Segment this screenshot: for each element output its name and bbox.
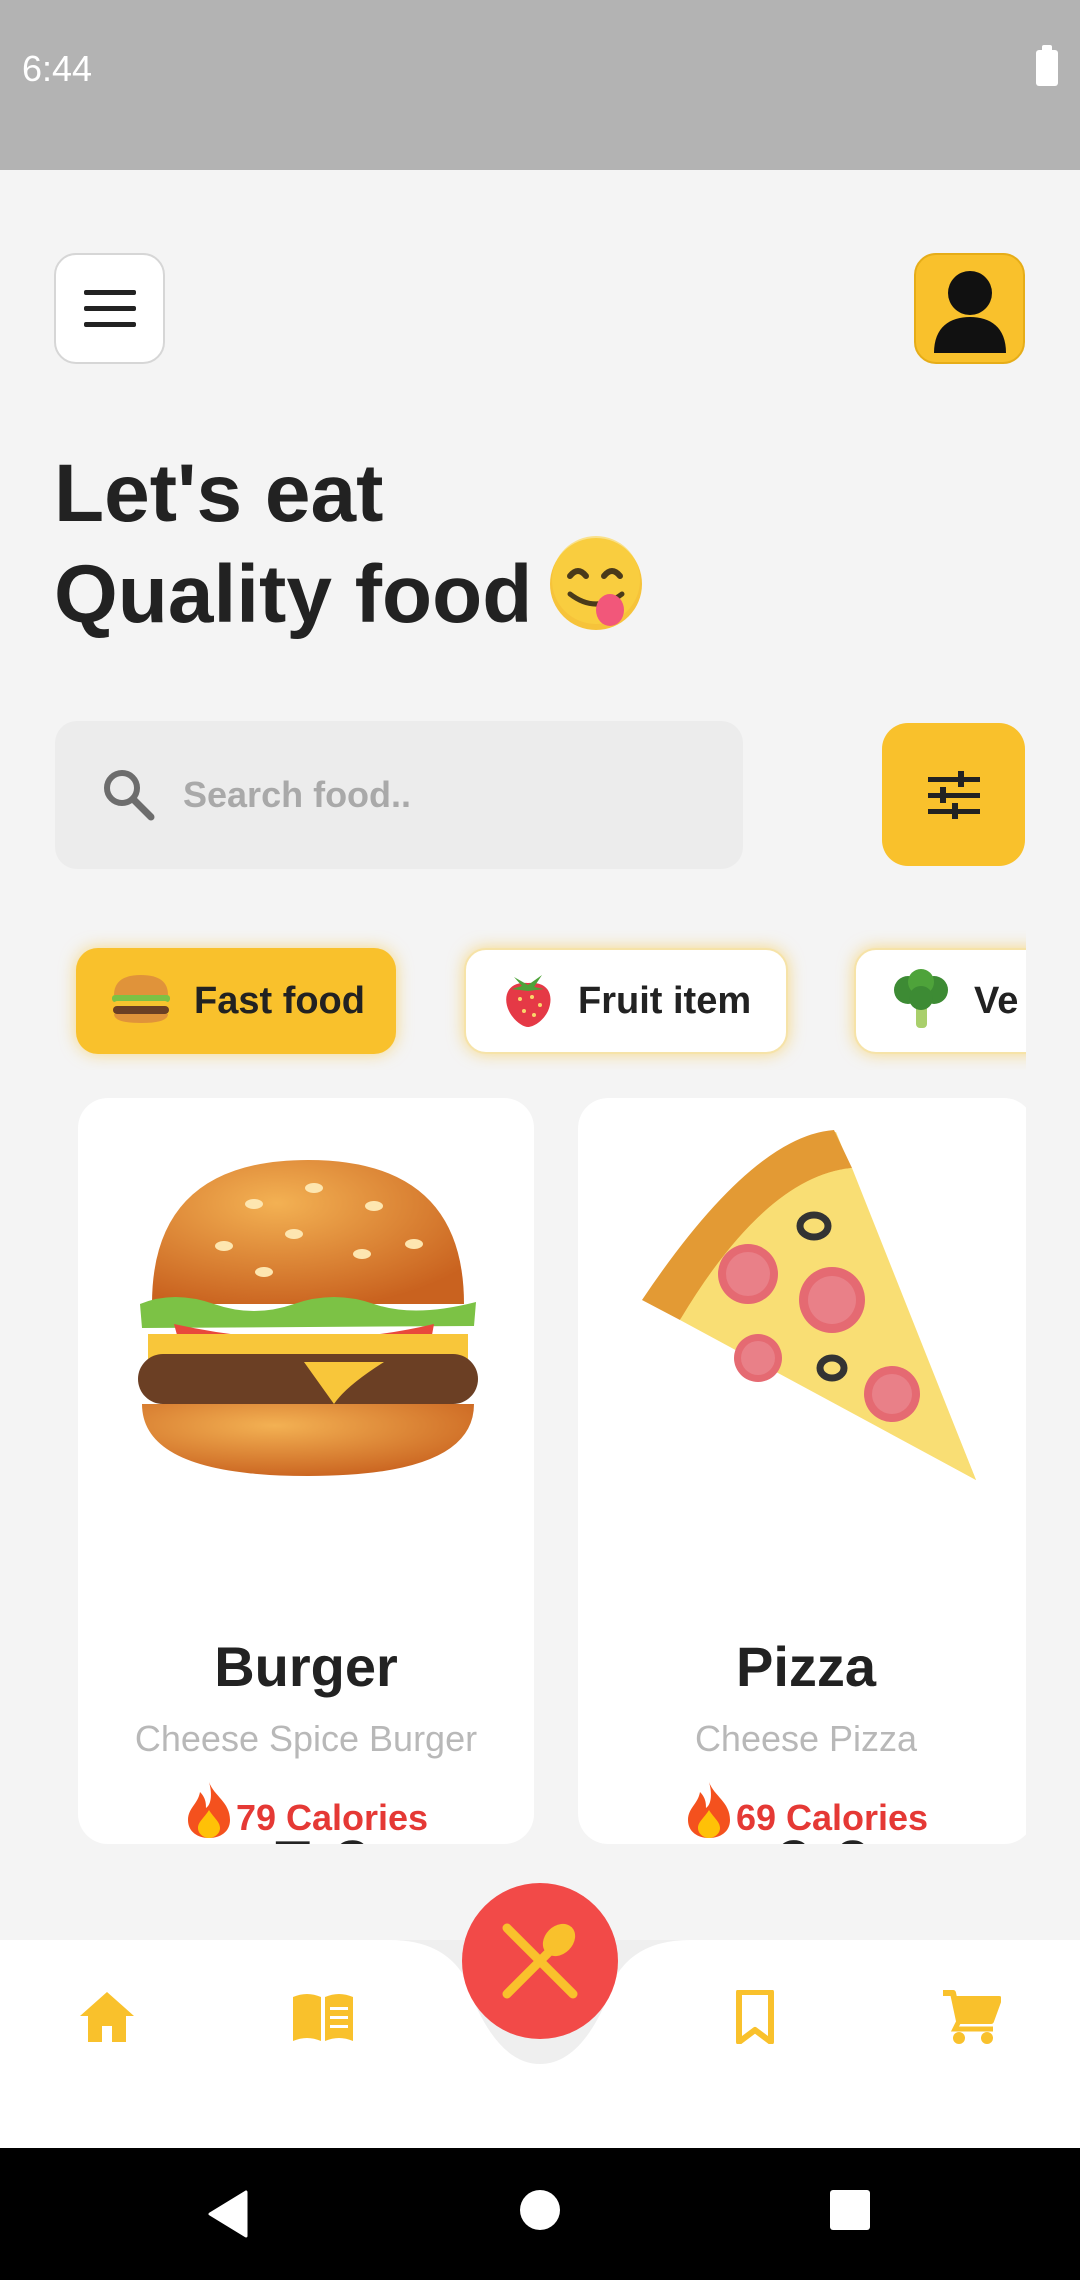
currency-symbol: $ — [239, 1841, 265, 1844]
price-value: 7.9 — [273, 1827, 373, 1844]
food-card-pizza-viewport: Pizza Cheese Pizza 69 Calories $6.0 — [578, 1098, 1026, 1844]
back-triangle-icon — [208, 2190, 248, 2238]
broccoli-emoji-icon — [890, 968, 952, 1035]
nav-cart[interactable] — [936, 1982, 1006, 2052]
category-chip-vegetables[interactable]: Ve — [854, 948, 1026, 1054]
nav-menu-book[interactable] — [288, 1982, 358, 2052]
back-button[interactable] — [200, 2186, 256, 2242]
category-chip-fast-food[interactable]: Fast food — [76, 948, 396, 1054]
food-card-burger[interactable]: Burger Cheese Spice Burger 79 Calories $… — [78, 1098, 534, 1844]
menu-book-icon — [293, 1994, 353, 2041]
pizza-image-icon — [642, 1130, 976, 1480]
menu-button[interactable] — [54, 253, 165, 364]
person-avatar-icon — [933, 270, 1006, 353]
home-circle-icon — [520, 2190, 560, 2230]
fork-spoon-icon — [502, 1923, 578, 1999]
strawberry-emoji-icon — [500, 969, 556, 1034]
search-input[interactable] — [183, 761, 703, 829]
category-list: Fast food Fruit item Ve — [54, 930, 1026, 1070]
price-value: 6.0 — [773, 1827, 873, 1844]
category-label: Fast food — [194, 979, 365, 1022]
recents-button[interactable] — [828, 2188, 872, 2232]
status-bar: 6:44 — [0, 0, 1080, 170]
headline-line-2: Quality food — [54, 536, 644, 659]
page-title: Let's eat Quality food — [54, 446, 644, 659]
category-label: Fruit item — [578, 979, 752, 1022]
burger-image-icon — [138, 1160, 478, 1476]
headline-line-2-text: Quality food — [54, 549, 533, 641]
system-navigation-bar — [0, 2148, 1080, 2280]
category-chip-fruit-item[interactable]: Fruit item — [464, 948, 788, 1054]
food-name: Pizza — [735, 1635, 877, 1698]
battery-icon — [1036, 45, 1058, 86]
food-description: Cheese Spice Burger — [134, 1718, 478, 1759]
food-card-pizza[interactable]: Pizza Cheese Pizza 69 Calories $6.0 — [578, 1098, 1026, 1844]
nav-bookmark[interactable] — [720, 1982, 790, 2052]
filter-sliders-icon — [927, 770, 980, 819]
recents-square-icon — [830, 2190, 870, 2230]
currency-symbol: $ — [739, 1841, 765, 1844]
yum-face-emoji-icon — [548, 536, 644, 653]
search-icon — [104, 770, 155, 821]
home-system-button[interactable] — [518, 2188, 562, 2232]
food-price: $7.9 — [78, 1826, 534, 1844]
filter-button[interactable] — [882, 723, 1025, 866]
food-description: Cheese Pizza — [694, 1718, 918, 1759]
burger-emoji-icon — [110, 973, 172, 1030]
fab-restaurant-button[interactable] — [462, 1883, 618, 2039]
home-icon — [80, 1992, 134, 2042]
headline-line-1: Let's eat — [54, 448, 384, 539]
hamburger-menu-icon — [83, 289, 136, 327]
search-bar[interactable] — [55, 721, 743, 869]
cart-icon — [943, 1990, 1001, 2044]
status-time: 6:44 — [22, 48, 93, 89]
food-price: $6.0 — [578, 1826, 1026, 1844]
profile-button[interactable] — [914, 253, 1025, 364]
food-name: Burger — [214, 1635, 398, 1698]
bookmark-icon — [736, 1990, 774, 2044]
category-label: Ve — [974, 979, 1019, 1022]
nav-home[interactable] — [72, 1982, 142, 2052]
